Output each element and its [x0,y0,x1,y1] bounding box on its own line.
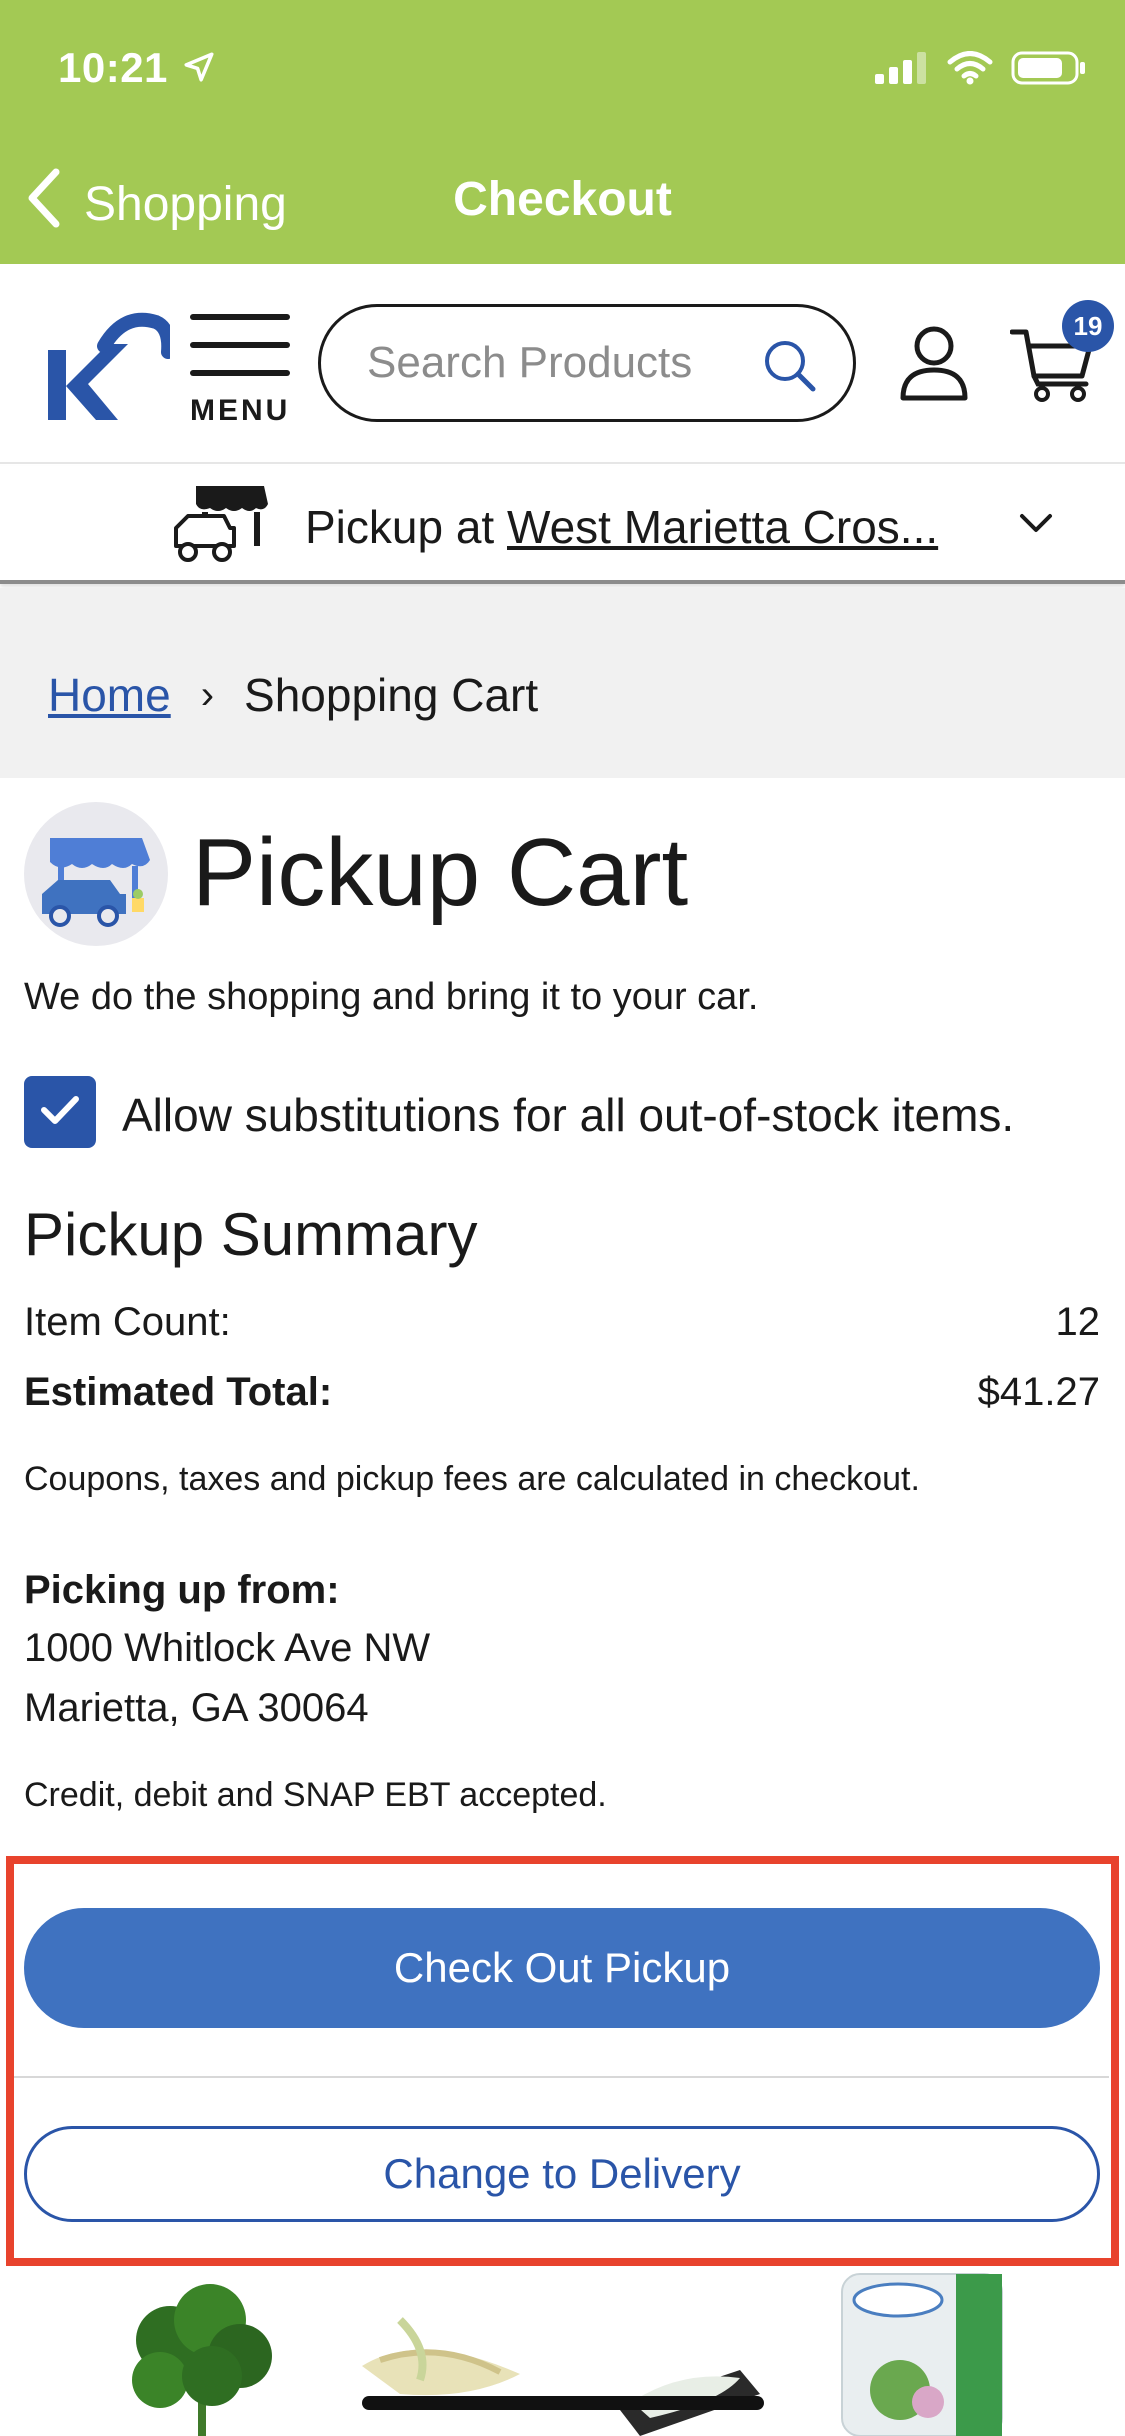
estimated-total-row: Estimated Total: $41.27 [24,1370,1100,1415]
picking-up-label: Picking up from: [24,1568,340,1612]
estimated-total-value: $41.27 [977,1370,1100,1414]
fees-note: Coupons, taxes and pickup fees are calcu… [24,1460,920,1498]
pickup-truck-icon [172,482,268,571]
breadcrumb: Home › Shopping Cart [48,668,538,722]
pickup-location-text: Pickup at West Marietta Cros... [305,500,985,554]
wifi-icon [947,51,993,90]
item-count-label: Item Count: [24,1300,231,1344]
pickup-location-bar[interactable]: Pickup at West Marietta Cros... [0,466,1125,584]
summary-title: Pickup Summary [24,1201,478,1268]
divider [14,2076,1109,2078]
cart-count-badge: 19 [1062,300,1114,352]
kroger-logo[interactable] [44,308,176,425]
pickup-cart-icon [24,802,168,946]
menu-button[interactable]: MENU [190,314,290,428]
checkmark-icon [40,1094,80,1131]
menu-label: MENU [190,394,291,427]
product-alouette-image[interactable] [841,2273,1003,2436]
top-bar: 10:21 Shopping Checkout [0,0,1125,264]
product-strip [0,2270,1125,2436]
payment-note: Credit, debit and SNAP EBT accepted. [24,1776,607,1814]
status-icons [875,50,1087,91]
status-time: 10:21 [58,44,168,91]
cart-subtitle: We do the shopping and bring it to your … [24,976,759,1018]
address-line-2: Marietta, GA 30064 [24,1686,369,1730]
site-header: MENU [0,264,1125,464]
chevron-down-icon[interactable] [1018,512,1054,541]
product-parsley-image[interactable] [132,2284,272,2436]
pickup-store-link[interactable]: West Marietta Cros... [507,501,938,553]
cart-title: Pickup Cart [192,819,689,926]
change-to-delivery-button[interactable]: Change to Delivery [24,2126,1100,2222]
substitutions-label[interactable]: Allow substitutions for all out-of-stock… [122,1088,1014,1142]
account-icon[interactable] [898,326,970,407]
search-box[interactable] [318,304,856,422]
location-arrow-icon [182,50,216,89]
breadcrumb-separator: › [200,672,215,717]
item-count-row: Item Count: 12 [24,1300,1100,1345]
menu-icon [190,314,290,376]
breadcrumb-home-link[interactable]: Home [48,668,171,722]
product-corn-image[interactable] [362,2317,520,2396]
page-title: Checkout [453,173,672,226]
search-input[interactable] [367,338,707,388]
search-icon[interactable] [761,337,817,398]
check-out-pickup-button[interactable]: Check Out Pickup [24,1908,1100,2028]
address-line-1: 1000 Whitlock Ave NW [24,1626,431,1670]
breadcrumb-current: Shopping Cart [244,669,539,721]
pickup-prefix: Pickup at [305,501,507,553]
substitutions-checkbox[interactable] [24,1076,96,1148]
battery-icon [1011,50,1087,91]
item-count-value: 12 [1055,1300,1101,1344]
signal-icon [875,52,929,89]
home-indicator[interactable] [362,2396,764,2410]
estimated-total-label: Estimated Total: [24,1370,333,1414]
